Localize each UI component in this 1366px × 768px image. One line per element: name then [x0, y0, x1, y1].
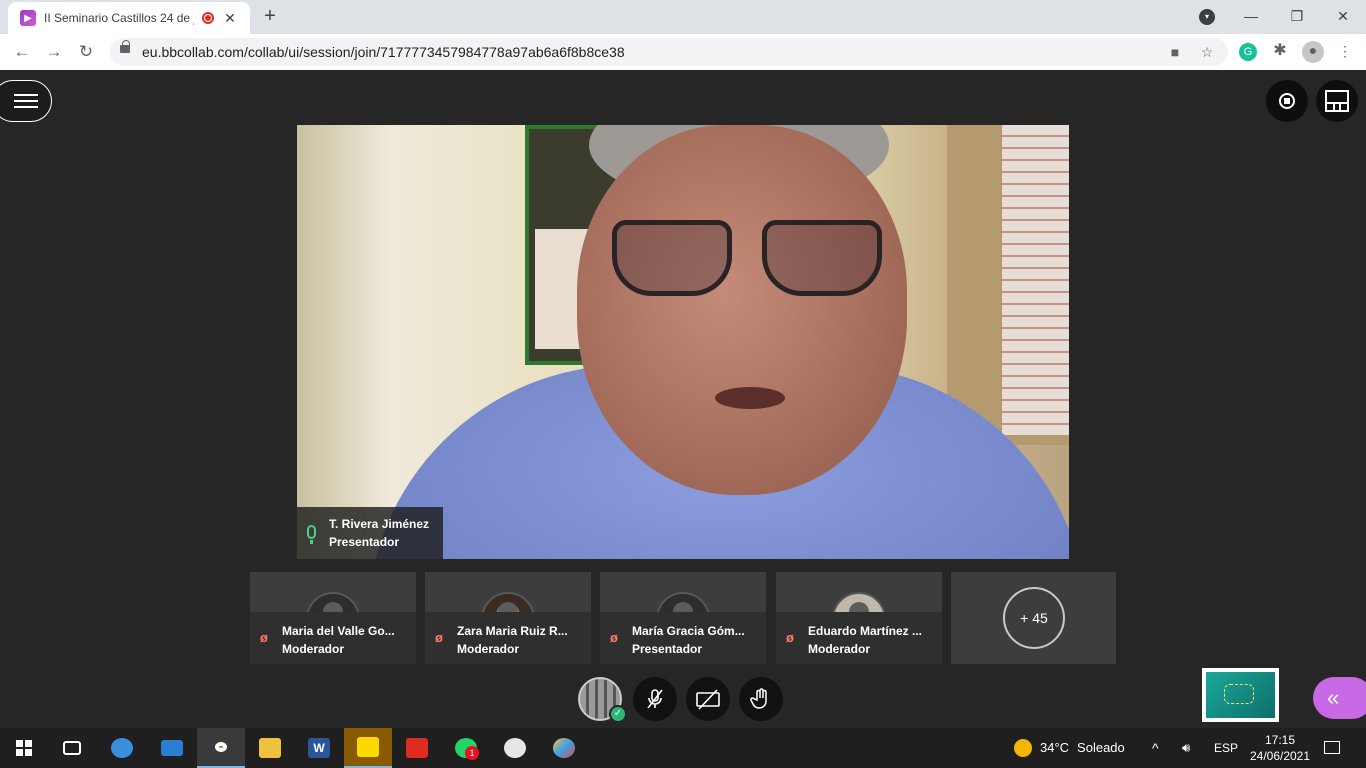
acrobat-icon[interactable] — [393, 728, 441, 768]
reload-icon[interactable]: ↻ — [74, 40, 98, 64]
forward-icon[interactable]: → — [42, 40, 66, 64]
camera-icon[interactable]: ■ — [1166, 43, 1184, 61]
microphone-toggle-button[interactable] — [633, 677, 677, 721]
windows-start-icon[interactable] — [0, 728, 48, 768]
camera-toggle-button[interactable] — [686, 677, 730, 721]
more-participants-count[interactable]: + 45 — [1003, 587, 1065, 649]
video-blinds — [1002, 125, 1069, 435]
camera-off-icon — [696, 689, 720, 710]
profile-icon[interactable]: ● — [1302, 41, 1324, 63]
lock-icon[interactable] — [120, 40, 130, 53]
weather-temp: 34°C — [1040, 740, 1070, 755]
record-button[interactable] — [1266, 80, 1308, 122]
grammarly-icon[interactable]: G — [1239, 43, 1257, 61]
participant-role: Moderador — [808, 642, 871, 656]
microphone-muted-icon: ø — [786, 630, 794, 645]
weather-text: Soleado — [1077, 740, 1125, 755]
participant-tile[interactable]: ø Zara Maria Ruiz R... Moderador — [425, 572, 591, 664]
participant-tile[interactable]: ø Maria del Valle Go... Moderador — [250, 572, 416, 664]
paint-icon[interactable] — [540, 728, 588, 768]
restore-button[interactable]: ❐ — [1277, 4, 1317, 28]
presenter-name: T. Rivera Jiménez — [329, 517, 430, 531]
clock[interactable]: 17:15 24/06/2021 — [1248, 728, 1312, 768]
participant-label: ø Maria del Valle Go... Moderador — [250, 612, 416, 664]
windows-taskbar: W 1 34°C Soleado ^ 🔊︎ ESP 17:15 24/06/20… — [0, 728, 1366, 768]
outlook-icon[interactable] — [98, 728, 146, 768]
recording-icon — [202, 12, 214, 24]
mail-icon[interactable] — [148, 728, 196, 768]
whatsapp-icon[interactable]: 1 — [442, 728, 490, 768]
chevron-left-icon: « — [1327, 685, 1340, 710]
tab-strip: ▶ II Seminario Castillos 24 de ju ✕ + ▾ … — [0, 0, 1366, 34]
raise-hand-button[interactable] — [739, 677, 783, 721]
open-panel-button[interactable]: « — [1313, 677, 1366, 719]
shared-content-thumbnail[interactable] — [1202, 668, 1279, 722]
session-menu-button[interactable] — [0, 80, 52, 122]
chrome-icon[interactable] — [197, 728, 245, 768]
star-icon[interactable]: ☆ — [1198, 43, 1216, 61]
participant-label: ø Zara Maria Ruiz R... Moderador — [425, 612, 591, 664]
sticky-notes-icon[interactable] — [344, 728, 392, 768]
app-icon[interactable] — [491, 728, 539, 768]
tab-close-icon[interactable]: ✕ — [222, 10, 238, 27]
participant-name: María Gracia Góm... — [632, 624, 745, 638]
participant-name: Zara Maria Ruiz R... — [457, 624, 568, 638]
weather-widget[interactable]: 34°C Soleado — [1014, 728, 1125, 768]
more-participants-tile[interactable]: + 45 — [951, 572, 1116, 664]
file-explorer-icon[interactable] — [246, 728, 294, 768]
participant-label: ø María Gracia Góm... Presentador — [600, 612, 766, 664]
new-tab-button[interactable]: + — [258, 6, 282, 28]
microphone-muted-icon: ø — [435, 630, 443, 645]
word-icon[interactable]: W — [295, 728, 343, 768]
presenter-role: Presentador — [329, 535, 400, 549]
participant-role: Moderador — [282, 642, 345, 656]
microphone-active-icon — [307, 525, 316, 544]
layout-grid-icon — [1325, 90, 1349, 112]
minimize-button[interactable]: — — [1231, 4, 1271, 28]
participant-name: Eduardo Martínez ... — [808, 624, 923, 638]
microphone-muted-icon: ø — [610, 630, 618, 645]
participant-role: Presentador — [632, 642, 703, 656]
browser-tab[interactable]: ▶ II Seminario Castillos 24 de ju ✕ — [8, 2, 250, 34]
participant-role: Moderador — [457, 642, 520, 656]
language-indicator[interactable]: ESP — [1214, 728, 1238, 768]
chevron-up-icon[interactable]: ^ — [1152, 728, 1159, 768]
raise-hand-icon — [750, 688, 767, 709]
presenter-label: T. Rivera Jiménez Presentador — [297, 507, 443, 559]
microphone-muted-icon: ø — [260, 630, 268, 645]
participant-tile[interactable]: ø Eduardo Martínez ... Moderador — [776, 572, 942, 664]
video-person-glasses — [612, 220, 882, 302]
task-view-icon[interactable] — [48, 728, 96, 768]
video-person-mouth — [715, 387, 785, 409]
collaborate-favicon-icon: ▶ — [20, 10, 36, 26]
video-person-head — [577, 125, 907, 495]
tab-search-icon[interactable]: ▾ — [1199, 9, 1215, 25]
extensions-icon[interactable]: ✱ — [1271, 42, 1289, 60]
record-stop-icon — [1279, 93, 1295, 109]
participant-label: ø Eduardo Martínez ... Moderador — [776, 612, 942, 664]
participant-name: Maria del Valle Go... — [282, 624, 395, 638]
close-window-button[interactable]: ✕ — [1323, 4, 1363, 28]
browser-toolbar: ← → ↻ eu.bbcollab.com/collab/ui/session/… — [0, 34, 1366, 70]
volume-icon[interactable]: 🔊︎ — [1182, 728, 1190, 768]
sun-icon — [1014, 739, 1032, 757]
browser-chrome: ▶ II Seminario Castillos 24 de ju ✕ + ▾ … — [0, 0, 1366, 70]
participant-tile[interactable]: ø María Gracia Góm... Presentador — [600, 572, 766, 664]
clock-date: 24/06/2021 — [1249, 749, 1311, 763]
notifications-icon[interactable] — [1324, 728, 1342, 768]
more-icon[interactable]: ⋮ — [1336, 42, 1354, 60]
status-check-icon: ✓ — [609, 705, 627, 723]
whatsapp-badge: 1 — [465, 746, 479, 760]
main-video[interactable] — [297, 125, 1069, 559]
microphone-off-icon — [647, 689, 663, 709]
back-icon[interactable]: ← — [10, 40, 34, 64]
address-bar[interactable]: eu.bbcollab.com/collab/ui/session/join/7… — [110, 38, 1228, 66]
layout-button[interactable] — [1316, 80, 1358, 122]
tab-title: II Seminario Castillos 24 de ju — [44, 11, 194, 25]
url-text[interactable]: eu.bbcollab.com/collab/ui/session/join/7… — [142, 44, 625, 60]
clock-time: 17:15 — [1264, 733, 1296, 747]
